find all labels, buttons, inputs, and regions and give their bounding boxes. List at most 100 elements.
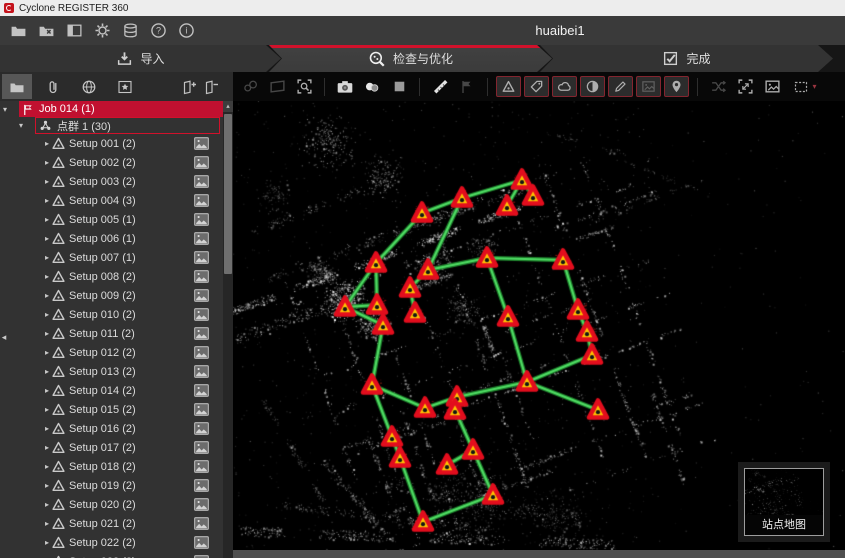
storage-button[interactable] [118, 19, 142, 43]
image-thumbnail-icon[interactable] [194, 232, 209, 245]
expand-arrow[interactable]: ▸ [42, 253, 52, 262]
tree-setup-row[interactable]: ▸ Setup 011 (2) [0, 324, 223, 343]
expand-arrow[interactable]: ▸ [42, 234, 52, 243]
about-button[interactable]: i [174, 19, 198, 43]
image-thumbnail-icon[interactable] [194, 175, 209, 188]
clouds-visibility-toggle[interactable] [552, 76, 577, 97]
image-thumbnail-icon[interactable] [194, 479, 209, 492]
open-project-button[interactable] [6, 19, 30, 43]
tree-job-row[interactable]: ▾ Job 014 (1) [0, 101, 223, 117]
image-thumbnail-icon[interactable] [194, 384, 209, 397]
measure-button[interactable] [428, 76, 452, 98]
expand-arrow[interactable]: ▸ [42, 481, 52, 490]
image-thumbnail-icon[interactable] [194, 365, 209, 378]
tree-setup-row[interactable]: ▸ Setup 009 (2) [0, 286, 223, 305]
tree-setup-row[interactable]: ▸ Setup 019 (2) [0, 476, 223, 495]
sidebar-tab-links[interactable] [74, 74, 104, 99]
image-thumbnail-icon[interactable] [194, 327, 209, 340]
settings-button[interactable] [90, 19, 114, 43]
tree-setup-row[interactable]: ▸ Setup 015 (2) [0, 400, 223, 419]
image-thumbnail-icon[interactable] [194, 441, 209, 454]
image-view-button[interactable] [760, 76, 784, 98]
expand-arrow[interactable]: ▸ [42, 424, 52, 433]
tree-setup-row[interactable]: ▸ Setup 007 (1) [0, 248, 223, 267]
image-thumbnail-icon[interactable] [194, 289, 209, 302]
image-thumbnail-icon[interactable] [194, 137, 209, 150]
expand-arrow[interactable]: ▸ [42, 348, 52, 357]
expand-arrow[interactable]: ▸ [42, 519, 52, 528]
markup-visibility-toggle[interactable] [608, 76, 633, 97]
expand-arrow[interactable]: ▸ [42, 196, 52, 205]
marquee-select-button[interactable]: ▾ [787, 76, 823, 98]
sidebar-tab-attachments[interactable] [38, 74, 68, 99]
tree-setup-row[interactable]: ▸ Setup 017 (2) [0, 438, 223, 457]
panorama-view-button[interactable] [265, 76, 289, 98]
geotags-visibility-toggle[interactable] [664, 76, 689, 97]
tree-setup-row[interactable]: ▸ Setup 006 (1) [0, 229, 223, 248]
image-thumbnail-icon[interactable] [194, 346, 209, 359]
scrollbar-thumb[interactable] [224, 114, 232, 274]
tree-setup-row[interactable]: ▸ Setup 002 (2) [0, 153, 223, 172]
image-thumbnail-icon[interactable] [194, 308, 209, 321]
images-visibility-toggle[interactable] [636, 76, 661, 97]
register-links-button[interactable] [238, 76, 262, 98]
coloring-toggle[interactable] [580, 76, 605, 97]
auto-arrange-button[interactable] [706, 76, 730, 98]
tree-setup-row[interactable]: ▸ Setup 023 (2) [0, 552, 223, 558]
tree-setup-row[interactable]: ▸ Setup 014 (2) [0, 381, 223, 400]
tree-setup-row[interactable]: ▸ Setup 016 (2) [0, 419, 223, 438]
expand-arrow[interactable]: ▸ [42, 367, 52, 376]
stop-button[interactable] [387, 76, 411, 98]
tree-setup-row[interactable]: ▸ Setup 022 (2) [0, 533, 223, 552]
minimap-box[interactable]: 站点地图 [744, 468, 824, 536]
expand-arrow[interactable]: ▸ [42, 386, 52, 395]
tree-setup-row[interactable]: ▸ Setup 008 (2) [0, 267, 223, 286]
image-thumbnail-icon[interactable] [194, 422, 209, 435]
tab-review-optimize[interactable]: 检查与优化 [269, 45, 552, 72]
expand-arrow[interactable]: ▸ [42, 291, 52, 300]
tree-setup-row[interactable]: ▸ Setup 013 (2) [0, 362, 223, 381]
labels-visibility-toggle[interactable] [524, 76, 549, 97]
color-mode-button[interactable] [360, 76, 384, 98]
tree-cluster-row[interactable]: ▾ 点群 1 (30) [0, 117, 223, 134]
close-project-button[interactable] [34, 19, 58, 43]
image-thumbnail-icon[interactable] [194, 403, 209, 416]
tree-setup-row[interactable]: ▸ Setup 001 (2) [0, 134, 223, 153]
remove-bundle-button[interactable] [201, 75, 221, 99]
tree-setup-row[interactable]: ▸ Setup 012 (2) [0, 343, 223, 362]
expand-arrow[interactable]: ▸ [42, 310, 52, 319]
image-thumbnail-icon[interactable] [194, 213, 209, 226]
expand-arrow[interactable]: ▸ [42, 139, 52, 148]
expand-arrow[interactable]: ▸ [42, 538, 52, 547]
tree-setup-row[interactable]: ▸ Setup 005 (1) [0, 210, 223, 229]
sidebar-tab-project[interactable] [2, 74, 32, 99]
tree-setup-row[interactable]: ▸ Setup 004 (3) [0, 191, 223, 210]
image-thumbnail-icon[interactable] [194, 517, 209, 530]
tree-setup-row[interactable]: ▸ Setup 020 (2) [0, 495, 223, 514]
image-thumbnail-icon[interactable] [194, 194, 209, 207]
image-thumbnail-icon[interactable] [194, 498, 209, 511]
tree-setup-row[interactable]: ▸ Setup 010 (2) [0, 305, 223, 324]
expand-arrow[interactable]: ▸ [42, 272, 52, 281]
expand-arrow[interactable]: ▸ [42, 329, 52, 338]
tree-setup-row[interactable]: ▸ Setup 021 (2) [0, 514, 223, 533]
setups-visibility-toggle[interactable] [496, 76, 521, 97]
image-thumbnail-icon[interactable] [194, 251, 209, 264]
expand-arrow[interactable]: ▸ [42, 158, 52, 167]
tree-setup-row[interactable]: ▸ Setup 018 (2) [0, 457, 223, 476]
expand-bounds-button[interactable] [733, 76, 757, 98]
collapse-arrow[interactable]: ▾ [0, 105, 10, 114]
tree-scrollbar[interactable]: ▴ [223, 101, 233, 558]
image-thumbnail-icon[interactable] [194, 536, 209, 549]
zoom-region-button[interactable] [292, 76, 316, 98]
tab-import[interactable]: 导入 [0, 45, 281, 72]
image-thumbnail-icon[interactable] [194, 156, 209, 169]
scroll-up-button[interactable]: ▴ [223, 101, 233, 112]
help-button[interactable]: ? [146, 19, 170, 43]
tab-finalize[interactable]: 完成 [540, 45, 833, 72]
expand-arrow[interactable]: ▸ [42, 500, 52, 509]
sidebar-collapse-handle[interactable]: ◂ [0, 325, 8, 349]
expand-arrow[interactable]: ▸ [42, 443, 52, 452]
expand-arrow[interactable]: ▸ [42, 177, 52, 186]
image-thumbnail-icon[interactable] [194, 270, 209, 283]
